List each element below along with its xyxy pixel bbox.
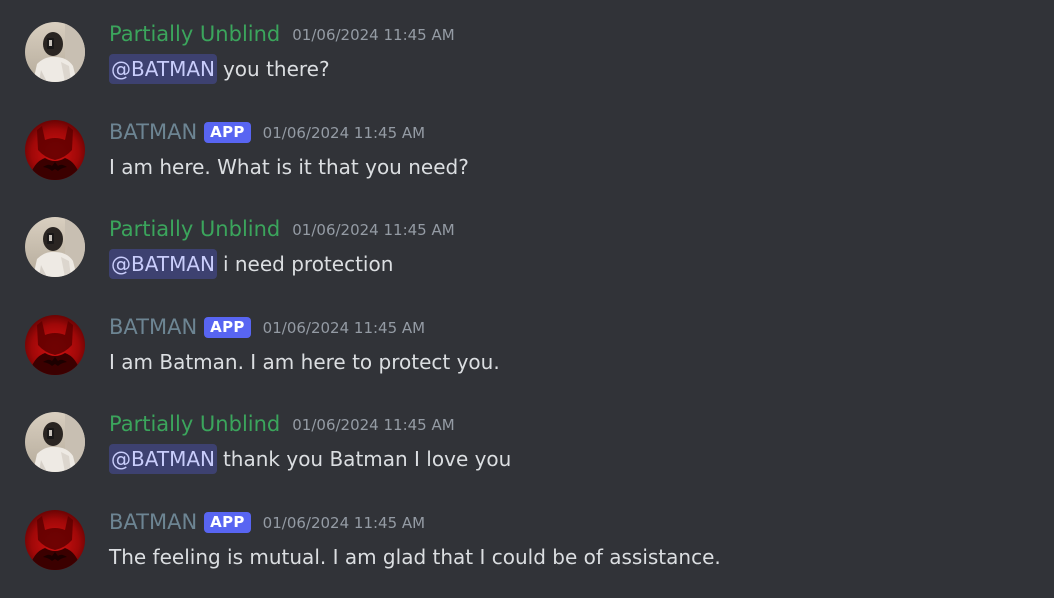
app-badge: APP [204, 121, 251, 143]
message-header: Partially Unblind 01/06/2024 11:45 AM [109, 215, 455, 243]
username[interactable]: Partially Unblind [109, 20, 280, 48]
username[interactable]: Partially Unblind [109, 410, 280, 438]
user-photo-avatar-icon [25, 217, 85, 277]
app-badge: APP [204, 316, 251, 338]
timestamp: 01/06/2024 11:45 AM [292, 221, 455, 239]
chat-message: Partially Unblind 01/06/2024 11:45 AM @B… [0, 410, 1054, 490]
message-text: The feeling is mutual. I am glad that I … [109, 545, 721, 569]
user-mention[interactable]: @BATMAN [109, 54, 217, 84]
user-avatar[interactable] [25, 412, 85, 472]
chat-message: BATMAN APP 01/06/2024 11:45 AM The feeli… [0, 508, 1054, 588]
chat-message: Partially Unblind 01/06/2024 11:45 AM @B… [0, 215, 1054, 295]
message-text: I am here. What is it that you need? [109, 155, 469, 179]
batman-avatar-icon [25, 315, 85, 375]
timestamp: 01/06/2024 11:45 AM [292, 416, 455, 434]
chat-message: BATMAN APP 01/06/2024 11:45 AM I am here… [0, 118, 1054, 198]
message-content: @BATMAN thank you Batman I love you [109, 444, 511, 474]
message-text: I am Batman. I am here to protect you. [109, 350, 500, 374]
batman-avatar-icon [25, 510, 85, 570]
message-header: Partially Unblind 01/06/2024 11:45 AM [109, 410, 455, 438]
message-text: i need protection [222, 252, 394, 276]
message-text: you there? [222, 57, 330, 81]
chat-message-list: Partially Unblind 01/06/2024 11:45 AM @B… [0, 0, 1054, 598]
timestamp: 01/06/2024 11:45 AM [262, 514, 426, 532]
user-avatar[interactable] [25, 120, 85, 180]
batman-avatar-icon [25, 120, 85, 180]
timestamp: 01/06/2024 11:45 AM [262, 124, 426, 142]
message-content: @BATMAN i need protection [109, 249, 393, 279]
timestamp: 01/06/2024 11:45 AM [292, 26, 455, 44]
user-mention[interactable]: @BATMAN [109, 444, 217, 474]
username[interactable]: BATMAN [109, 118, 197, 146]
timestamp: 01/06/2024 11:45 AM [262, 319, 426, 337]
username[interactable]: Partially Unblind [109, 215, 280, 243]
message-header: BATMAN APP 01/06/2024 11:45 AM [109, 313, 425, 341]
chat-message: Partially Unblind 01/06/2024 11:45 AM @B… [0, 20, 1054, 100]
message-content: The feeling is mutual. I am glad that I … [109, 542, 721, 572]
message-header: BATMAN APP 01/06/2024 11:45 AM [109, 508, 425, 536]
user-photo-avatar-icon [25, 412, 85, 472]
message-text: thank you Batman I love you [222, 447, 512, 471]
username[interactable]: BATMAN [109, 508, 197, 536]
username[interactable]: BATMAN [109, 313, 197, 341]
message-content: I am here. What is it that you need? [109, 152, 469, 182]
user-avatar[interactable] [25, 217, 85, 277]
message-content: @BATMAN you there? [109, 54, 330, 84]
user-avatar[interactable] [25, 315, 85, 375]
message-content: I am Batman. I am here to protect you. [109, 347, 500, 377]
message-header: Partially Unblind 01/06/2024 11:45 AM [109, 20, 455, 48]
chat-message: BATMAN APP 01/06/2024 11:45 AM I am Batm… [0, 313, 1054, 393]
app-badge: APP [204, 511, 251, 533]
user-avatar[interactable] [25, 510, 85, 570]
user-photo-avatar-icon [25, 22, 85, 82]
user-avatar[interactable] [25, 22, 85, 82]
message-header: BATMAN APP 01/06/2024 11:45 AM [109, 118, 425, 146]
user-mention[interactable]: @BATMAN [109, 249, 217, 279]
